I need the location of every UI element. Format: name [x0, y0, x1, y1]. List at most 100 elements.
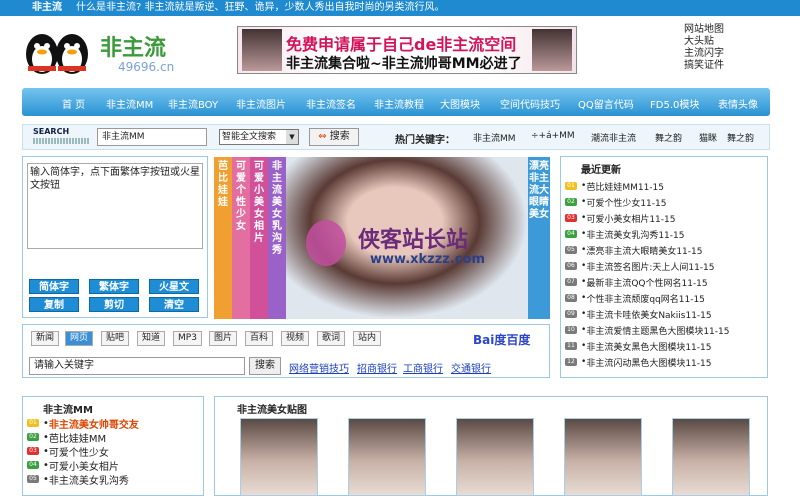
- update-item[interactable]: 11 • 非主流美女黑色大图模块11-15: [565, 338, 729, 354]
- slide-tab-5[interactable]: 漂亮非主流大眼睛美女: [528, 157, 550, 319]
- tab-images[interactable]: 图片: [209, 331, 238, 346]
- link-sitemap[interactable]: 网站地图: [684, 24, 724, 36]
- mm-item[interactable]: 05 • 非主流美女乳沟秀: [27, 472, 139, 487]
- nav-pictures[interactable]: 非主流图片: [236, 96, 286, 111]
- search-input[interactable]: 非主流MM: [97, 128, 207, 146]
- baidu-link[interactable]: 工商银行: [403, 360, 443, 375]
- gallery-thumb[interactable]: [456, 418, 534, 496]
- link-photo-sticker[interactable]: 大头贴: [684, 36, 724, 48]
- tab-tieba[interactable]: 贴吧: [101, 331, 130, 346]
- update-item[interactable]: 01 • 芭比娃娃MM11-15: [565, 178, 729, 194]
- hot-keyword[interactable]: 猫眯: [699, 131, 717, 144]
- tab-mp3[interactable]: MP3: [173, 331, 202, 346]
- ad-banner[interactable]: 免费申请属于自己de非主流空间 非主流集合啦~非主流帅哥MM必进了: [237, 26, 577, 74]
- search-bar: SEARCH 非主流MM 智能全文搜索 ▼ ⇔ 搜索 热门关键字： 非主流MM ÷…: [22, 124, 770, 150]
- tab-web[interactable]: 网页: [65, 331, 94, 346]
- item-number-badge: 07: [565, 278, 577, 286]
- update-item[interactable]: 09 • 非主流卡哇依美女Nakiis11-15: [565, 306, 729, 322]
- update-item-label: 非主流美女乳沟秀11-15: [586, 230, 685, 241]
- gallery-thumb[interactable]: [240, 418, 318, 496]
- slide-tab-2[interactable]: 可爱个性少女: [232, 157, 250, 319]
- simplified-button[interactable]: 简体字: [29, 279, 79, 294]
- search-label: SEARCH: [33, 127, 70, 136]
- hot-keyword[interactable]: 潮流非主流: [591, 131, 636, 144]
- update-item[interactable]: 05 • 漂亮非主流大眼睛美女11-15: [565, 242, 729, 258]
- hot-keyword[interactable]: ÷+á+MM: [531, 131, 575, 141]
- nav-signature[interactable]: 非主流签名: [306, 96, 356, 111]
- item-number-badge: 01: [565, 182, 577, 190]
- tab-lyrics[interactable]: 歌词: [317, 331, 346, 346]
- slide-tab-3[interactable]: 可爱小美女相片: [250, 157, 268, 319]
- nav-qq-message[interactable]: QQ留言代码: [578, 96, 634, 111]
- item-number-badge: 05: [565, 246, 577, 254]
- converter-textarea[interactable]: 输入简体字，点下面繁体字按钮或火星文按钮: [27, 163, 203, 249]
- nav-big-modules[interactable]: 大图模块: [440, 96, 480, 111]
- update-item-label: 可爱个性少女11-15: [586, 198, 667, 209]
- baidu-search-button[interactable]: 搜索: [249, 357, 281, 375]
- hot-keyword[interactable]: 非主流MM: [473, 131, 516, 144]
- clear-button[interactable]: 清空: [149, 297, 199, 312]
- update-item[interactable]: 10 • 非主流爱情主题黑色大图模块11-15: [565, 322, 729, 338]
- baidu-link[interactable]: 交通银行: [451, 360, 491, 375]
- slide-tab-4[interactable]: 非主流美女乳沟秀: [268, 157, 286, 319]
- tagline: 什么是非主流? 非主流就是叛逆、狂野、诡异，少数人秀出自我时尚的另类流行风。: [76, 2, 445, 13]
- nav-mm[interactable]: 非主流MM: [106, 96, 153, 111]
- item-number-badge: 03: [565, 214, 577, 222]
- update-item-label: 最新非主流QQ个性网名11-15: [586, 278, 708, 289]
- nav-boy[interactable]: 非主流BOY: [168, 96, 218, 111]
- mm-item-label: 非主流美女帅哥交友: [48, 419, 139, 431]
- nav-tutorial[interactable]: 非主流教程: [374, 96, 424, 111]
- gallery-thumb[interactable]: [672, 418, 750, 496]
- cut-button[interactable]: 剪切: [89, 297, 139, 312]
- copy-button[interactable]: 复制: [29, 297, 79, 312]
- update-item[interactable]: 07 • 最新非主流QQ个性网名11-15: [565, 274, 729, 290]
- update-item-label: 个性非主流颓废qq网名11-15: [586, 294, 705, 305]
- traditional-button[interactable]: 繁体字: [89, 279, 139, 294]
- logo-title: 非主流: [100, 36, 167, 61]
- link-flash-text[interactable]: 主流闪字: [684, 48, 724, 60]
- nav-home[interactable]: 首 页: [62, 96, 85, 111]
- mm-item[interactable]: 03 • 可爱个性少女: [27, 444, 139, 459]
- nav-fd5-module[interactable]: FD5.0模块: [650, 96, 699, 111]
- nav-space-code[interactable]: 空间代码技巧: [500, 96, 560, 111]
- baidu-link[interactable]: 招商银行: [357, 360, 397, 375]
- gallery-thumb[interactable]: [348, 418, 426, 496]
- update-item[interactable]: 03 • 可爱小美女相片11-15: [565, 210, 729, 226]
- recent-updates-title: 最近更新: [581, 165, 621, 176]
- item-number-badge: 10: [565, 326, 577, 334]
- baidu-link[interactable]: 网络营销技巧: [289, 360, 349, 375]
- mm-item[interactable]: 02 • 芭比娃娃MM: [27, 430, 139, 445]
- item-number-badge: 04: [27, 461, 39, 469]
- search-type-select[interactable]: 智能全文搜索 ▼: [219, 129, 299, 145]
- banner-line1: 免费申请属于自己de非主流空间: [286, 35, 517, 54]
- update-item[interactable]: 12 • 非主流闪动黑色大图模块11-15: [565, 354, 729, 370]
- update-item[interactable]: 02 • 可爱个性少女11-15: [565, 194, 729, 210]
- search-button[interactable]: ⇔ 搜索: [309, 128, 359, 146]
- gallery-thumb[interactable]: [564, 418, 642, 496]
- martian-button[interactable]: 火星文: [149, 279, 199, 294]
- baidu-panel: 新闻 网页 贴吧 知道 MP3 图片 百科 视频 歌词 站内 Bai度百度 请输…: [22, 324, 550, 378]
- item-number-badge: 11: [565, 342, 577, 350]
- nav-emoticons[interactable]: 表情头像: [718, 96, 758, 111]
- site-logo[interactable]: 非主流 49696.cn: [22, 26, 182, 78]
- update-item[interactable]: 08 • 个性非主流颓废qq网名11-15: [565, 290, 729, 306]
- update-item[interactable]: 04 • 非主流美女乳沟秀11-15: [565, 226, 729, 242]
- main-nav: 首 页 非主流MM 非主流BOY 非主流图片 非主流签名 非主流教程 大图模块 …: [22, 88, 770, 116]
- tab-zhidao[interactable]: 知道: [137, 331, 166, 346]
- tab-news[interactable]: 新闻: [31, 331, 60, 346]
- update-item-label: 可爱小美女相片11-15: [586, 214, 676, 225]
- slide-tab-1[interactable]: 芭比娃娃: [214, 157, 232, 319]
- tab-site[interactable]: 站内: [353, 331, 382, 346]
- mm-item[interactable]: 04 • 可爱小美女相片: [27, 458, 139, 473]
- hot-keyword[interactable]: 舞之韵: [727, 131, 754, 144]
- item-number-badge: 06: [565, 262, 577, 270]
- hot-keyword[interactable]: 舞之韵: [655, 131, 682, 144]
- baidu-input[interactable]: 请输入关键字: [29, 357, 245, 375]
- watermark-url: www.xkzzz.com: [370, 252, 485, 267]
- update-item[interactable]: 06 • 非主流签名图片:天上人间11-15: [565, 258, 729, 274]
- mm-item[interactable]: 01 • 非主流美女帅哥交友: [27, 416, 139, 431]
- item-number-badge: 08: [565, 294, 577, 302]
- tab-video[interactable]: 视频: [281, 331, 310, 346]
- tab-baike[interactable]: 百科: [245, 331, 274, 346]
- link-funny-cert[interactable]: 搞笑证件: [684, 60, 724, 72]
